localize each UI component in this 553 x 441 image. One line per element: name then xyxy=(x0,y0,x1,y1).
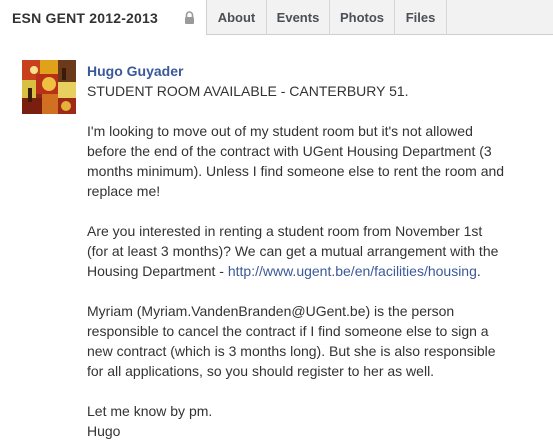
author-name[interactable]: Hugo Guyader xyxy=(87,61,551,81)
paragraph-line: months minimum). Unless I find someone e… xyxy=(87,163,505,179)
post-headline-block: STUDENT ROOM AVAILABLE - CANTERBURY 51. xyxy=(87,81,551,101)
group-tab-bar: ESN GENT 2012-2013 About Events Photos F… xyxy=(0,0,553,35)
group-title: ESN GENT 2012-2013 xyxy=(12,9,159,26)
lock-icon xyxy=(185,11,194,24)
avatar[interactable] xyxy=(22,60,76,114)
paragraph-line: I'm looking to move out of my student ro… xyxy=(87,123,473,139)
group-name-tab[interactable]: ESN GENT 2012-2013 xyxy=(0,0,207,35)
post-paragraph-1: I'm looking to move out of my student ro… xyxy=(87,121,551,201)
post: Hugo Guyader STUDENT ROOM AVAILABLE - CA… xyxy=(0,35,553,439)
paragraph-line: replace me! xyxy=(87,183,161,199)
tab-events[interactable]: Events xyxy=(267,0,330,35)
post-paragraph-3: Myriam (Myriam.VandenBranden@UGent.be) i… xyxy=(87,301,551,381)
paragraph-line: before the end of the contract with UGen… xyxy=(87,143,492,159)
post-paragraph-2: Are you interested in renting a student … xyxy=(87,221,551,281)
paragraph-line: Myriam (Myriam.VandenBranden@UGent.be) i… xyxy=(87,303,455,319)
tab-photos[interactable]: Photos xyxy=(330,0,395,35)
housing-link[interactable]: http://www.ugent.be/en/facilities/housin… xyxy=(228,263,477,279)
post-sign-off: Let me know by pm. Hugo xyxy=(87,401,551,441)
avatar-image xyxy=(22,60,76,114)
paragraph-line: responsible to cancel the contract if I … xyxy=(87,323,489,339)
sign-off-name: Hugo xyxy=(87,423,121,439)
post-headline: STUDENT ROOM AVAILABLE - CANTERBURY 51. xyxy=(87,83,409,99)
sign-off-line: Let me know by pm. xyxy=(87,403,213,419)
tab-about[interactable]: About xyxy=(207,0,267,35)
paragraph-line: Are you interested in renting a student … xyxy=(87,223,483,239)
paragraph-line: new contract (which is 3 months long). B… xyxy=(87,343,496,359)
paragraph-text: . xyxy=(476,263,481,279)
paragraph-line: (for at least 3 months)? We can get a mu… xyxy=(87,243,499,259)
tab-files[interactable]: Files xyxy=(395,0,447,35)
post-body: Hugo Guyader STUDENT ROOM AVAILABLE - CA… xyxy=(87,61,551,441)
paragraph-text: Housing Department - xyxy=(87,263,228,279)
paragraph-line: for all applications, so you should regi… xyxy=(87,363,435,379)
paragraph-line: Housing Department - http://www.ugent.be… xyxy=(87,261,551,281)
